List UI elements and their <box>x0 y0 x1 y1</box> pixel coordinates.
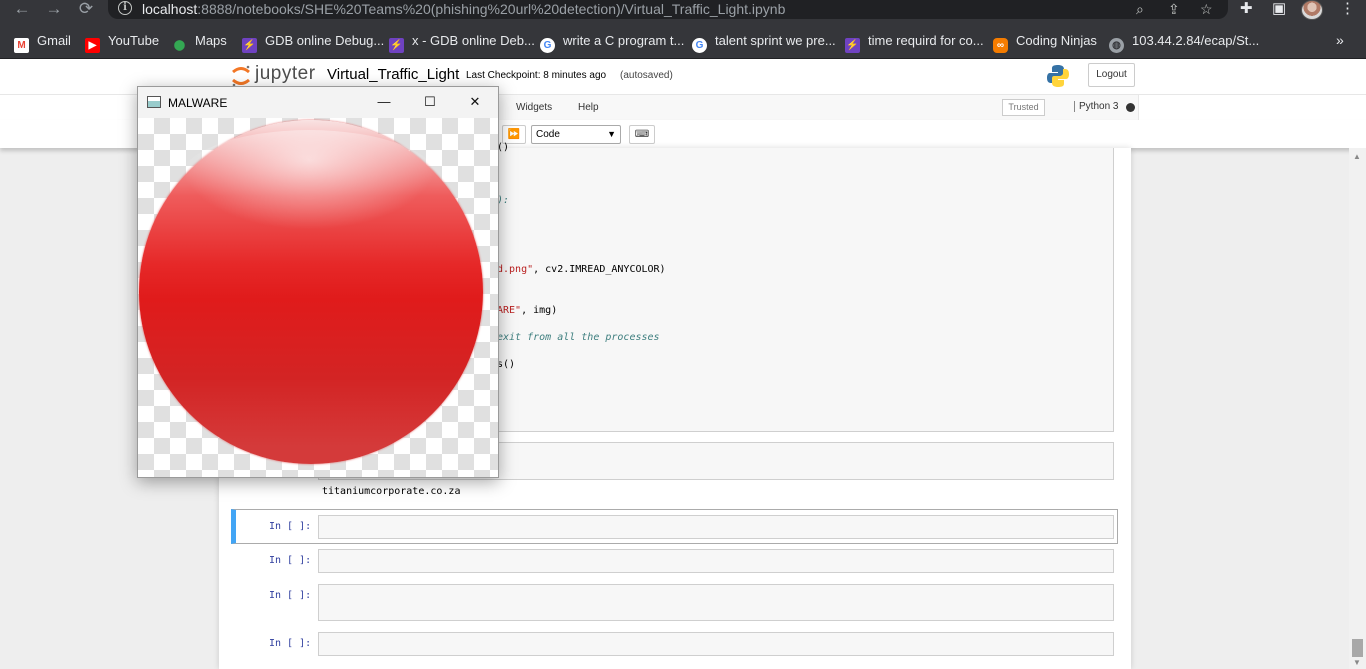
reload-icon[interactable]: ⟳ <box>74 0 98 20</box>
bookmark-star-icon[interactable]: ☆ <box>1200 0 1213 18</box>
forward-arrow-icon[interactable]: → <box>42 0 66 20</box>
coding-ninjas-icon: ∞ <box>993 38 1008 53</box>
youtube-icon: ▶ <box>85 38 100 53</box>
notebook-name[interactable]: Virtual_Traffic_Light <box>327 66 459 83</box>
scroll-thumb[interactable] <box>1352 639 1363 657</box>
code-cell[interactable]: In [ ]: <box>231 631 1118 657</box>
gdb-icon: ⚡ <box>845 38 860 53</box>
cell-input[interactable] <box>318 515 1114 539</box>
address-bar[interactable]: i localhost:8888/notebooks/SHE%20Teams%2… <box>108 0 1228 19</box>
browser-menu-icon[interactable]: ⋮ <box>1340 0 1355 18</box>
menu-widgets[interactable]: Widgets <box>516 102 552 113</box>
url-text[interactable]: localhost:8888/notebooks/SHE%20Teams%20(… <box>142 0 785 18</box>
jupyter-logo-icon[interactable] <box>230 64 252 88</box>
bookmark-google-2[interactable]: Gtalent sprint we pre... <box>692 32 836 53</box>
cell-input[interactable] <box>318 632 1114 656</box>
google-icon: G <box>540 38 555 53</box>
extensions-puzzle-icon[interactable]: ✚ <box>1240 0 1253 18</box>
input-prompt: In [ ]: <box>269 521 312 532</box>
window-title: MALWARE <box>168 96 228 110</box>
bookmark-gmail[interactable]: M Gmail <box>14 32 71 53</box>
image-canvas <box>138 118 498 477</box>
jupyter-logo-text[interactable]: jupyter <box>255 63 316 85</box>
url-path: :8888/notebooks/SHE%20Teams%20(phishing%… <box>197 1 786 17</box>
code-cell[interactable]: In [ ]: <box>231 548 1118 574</box>
last-checkpoint: Last Checkpoint: 8 minutes ago <box>466 70 607 81</box>
bookmark-gdb-3[interactable]: ⚡ time requird for co... <box>845 32 984 53</box>
browser-address-row: ← → ⟳ i localhost:8888/notebooks/SHE%20T… <box>0 0 1366 22</box>
scroll-up-arrow-icon[interactable]: ▲ <box>1353 152 1361 161</box>
python-logo-icon <box>1047 65 1069 87</box>
site-info-icon[interactable]: i <box>118 1 132 15</box>
side-panel-icon[interactable]: ▣ <box>1272 0 1286 18</box>
gdb-icon: ⚡ <box>389 38 404 53</box>
maps-icon: ⬤ <box>173 40 186 51</box>
google-icon: G <box>692 38 707 53</box>
bookmark-coding-ninjas[interactable]: ∞ Coding Ninjas <box>993 32 1097 53</box>
input-prompt: In [ ]: <box>269 590 312 601</box>
zoom-icon[interactable]: ⌕ <box>1136 0 1144 18</box>
globe-icon: ◍ <box>1109 38 1124 53</box>
input-prompt: In [ ]: <box>269 638 312 649</box>
close-icon[interactable]: ✕ <box>464 91 486 113</box>
gdb-icon: ⚡ <box>242 38 257 53</box>
share-icon[interactable]: ⇪ <box>1168 0 1180 18</box>
scroll-down-arrow-icon[interactable]: ▼ <box>1353 658 1361 667</box>
trusted-indicator[interactable]: Trusted <box>1002 99 1045 116</box>
bookmark-maps[interactable]: ⬤ Maps <box>172 32 227 51</box>
autosave-status: (autosaved) <box>620 70 673 81</box>
menu-help[interactable]: Help <box>578 102 599 113</box>
bookmark-google-1[interactable]: Gwrite a C program t... <box>540 32 684 53</box>
bookmark-youtube[interactable]: ▶ YouTube <box>85 32 159 53</box>
more-bookmarks-chevron-icon[interactable]: » <box>1336 32 1344 48</box>
code-cell[interactable]: In [ ]: <box>231 583 1118 623</box>
maximize-icon[interactable]: ☐ <box>419 91 441 113</box>
window-titlebar[interactable]: MALWARE — ☐ ✕ <box>138 87 498 118</box>
kernel-idle-indicator-icon <box>1126 103 1135 112</box>
bookmark-gdb-1[interactable]: ⚡ GDB online Debug... <box>242 32 384 53</box>
cell-input[interactable] <box>318 549 1114 573</box>
code-cell-selected[interactable]: In [ ]: <box>231 509 1118 544</box>
window-app-icon <box>147 96 161 108</box>
code-line: d.png", cv2.IMREAD_ANYCOLOR) <box>497 264 666 275</box>
code-line: ARE", img) <box>497 305 558 316</box>
cell-input[interactable] <box>318 584 1114 621</box>
bookmark-gdb-2[interactable]: ⚡ x - GDB online Deb... <box>389 32 535 53</box>
cell-type-value: Code <box>536 129 560 140</box>
code-line: s() <box>497 359 516 370</box>
bookmark-ecap[interactable]: ◍ 103.44.2.84/ecap/St... <box>1109 32 1259 53</box>
kernel-name[interactable]: Python 3 <box>1074 101 1118 112</box>
chevron-down-icon: ▼ <box>607 129 616 139</box>
red-traffic-light-image <box>139 120 483 464</box>
minimize-icon[interactable]: — <box>373 91 395 113</box>
page-scrollbar[interactable]: ▲ ▼ <box>1349 148 1366 669</box>
input-prompt: In [ ]: <box>269 555 312 566</box>
url-host: localhost <box>142 1 198 17</box>
logout-button[interactable]: Logout <box>1088 63 1135 87</box>
bookmarks-bar: M Gmail ▶ YouTube ⬤ Maps ⚡ GDB online Debug.… <box>0 22 1366 59</box>
cell-type-select[interactable]: Code ▼ <box>531 125 621 144</box>
cell-output: titaniumcorporate.co.za <box>322 486 461 497</box>
gmail-icon: M <box>14 38 29 53</box>
malware-window[interactable]: MALWARE — ☐ ✕ <box>137 86 499 478</box>
code-line: exit from all the processes <box>497 332 660 343</box>
profile-avatar[interactable] <box>1301 0 1323 20</box>
keyboard-shortcuts-button[interactable]: ⌨ <box>629 125 655 144</box>
back-arrow-icon[interactable]: ← <box>10 0 34 20</box>
